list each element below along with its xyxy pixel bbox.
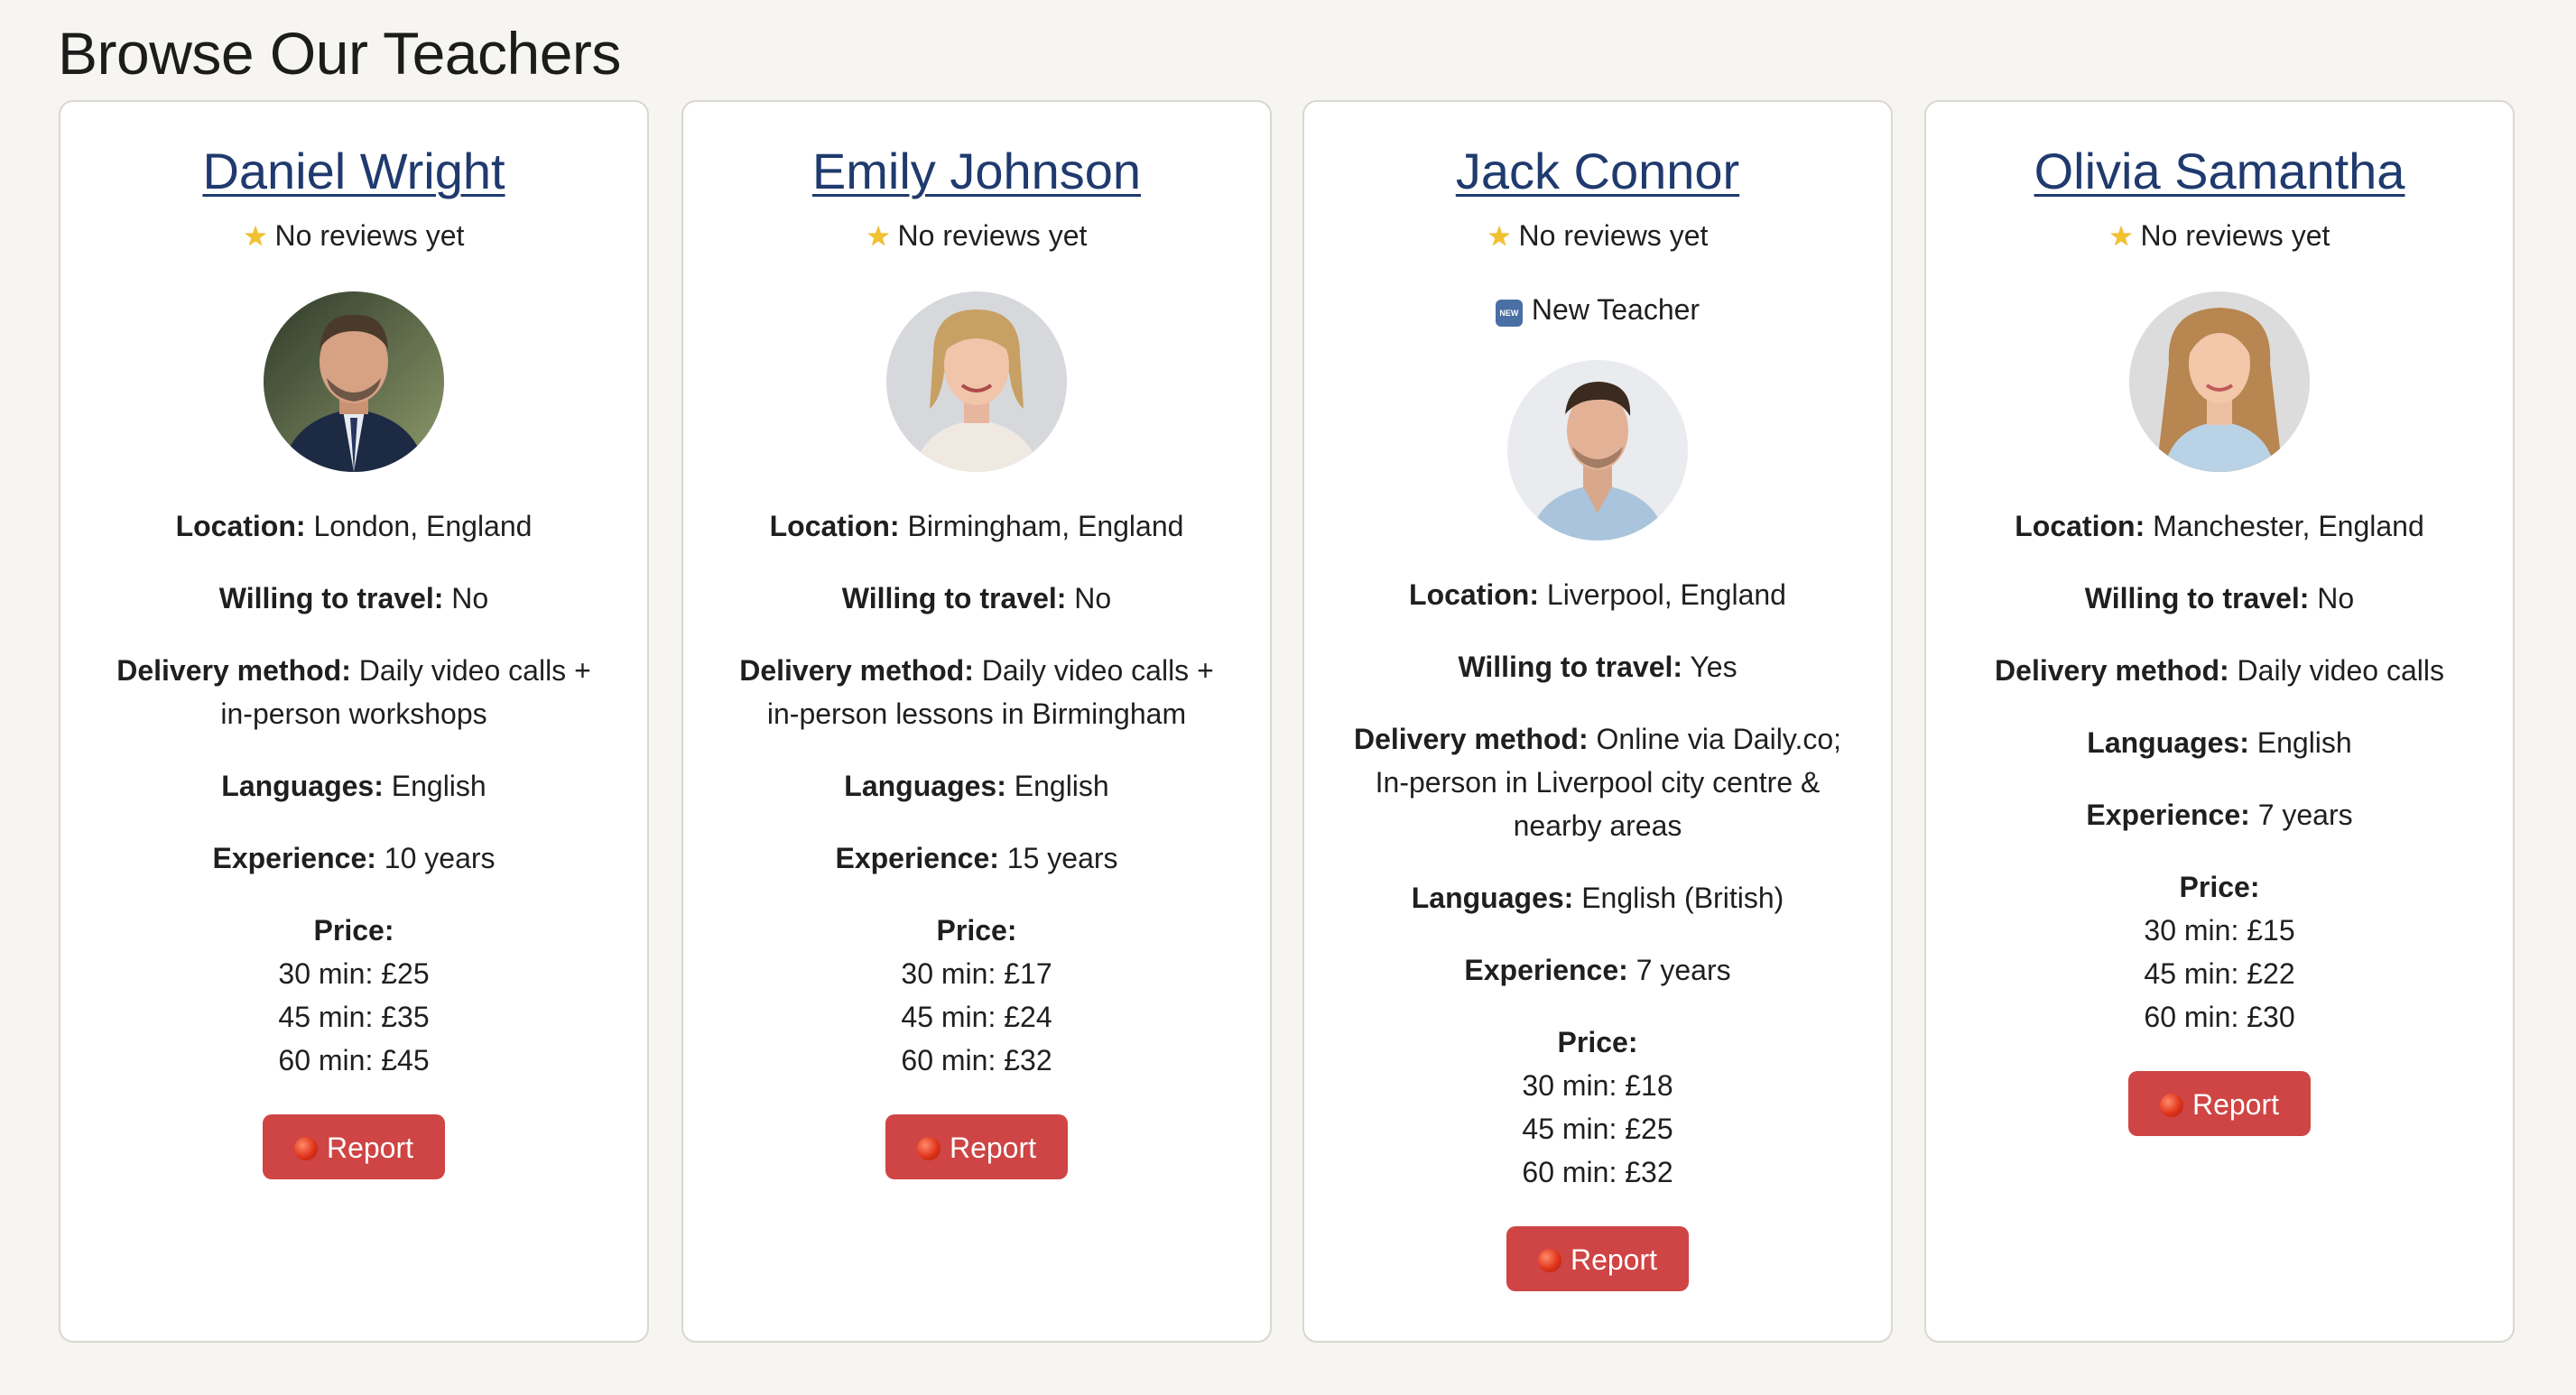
- avatar: [1507, 360, 1688, 540]
- travel-row: Willing to travel: No: [841, 582, 1112, 614]
- price-block: Price: 30 min: £15 45 min: £22 60 min: £…: [2144, 871, 2295, 1033]
- delivery-row: Delivery method: Online via Daily.co; In-…: [1353, 723, 1842, 842]
- page-title: Browse Our Teachers: [58, 20, 621, 87]
- report-button[interactable]: Report: [263, 1114, 445, 1179]
- languages-row: Languages: English (British): [1411, 882, 1784, 914]
- teacher-card: Jack Connor ★ No reviews yet NEW New Teach…: [1302, 100, 1893, 1343]
- travel-row: Willing to travel: Yes: [1458, 651, 1737, 683]
- avatar: [886, 291, 1067, 472]
- person-avatar-icon: [886, 291, 1067, 472]
- badge-text: New Teacher: [1531, 293, 1700, 326]
- teacher-card: Emily Johnson ★ No reviews yet Location: …: [681, 100, 1272, 1343]
- experience-row: Experience: 15 years: [835, 842, 1118, 874]
- languages-row: Languages: English: [221, 770, 486, 802]
- star-icon: ★: [1487, 222, 1512, 252]
- new-icon: NEW: [1495, 300, 1523, 327]
- location-row: Location: Liverpool, England: [1409, 578, 1786, 611]
- price-block: Price: 30 min: £18 45 min: £25 60 min: £…: [1522, 1026, 1673, 1188]
- location-row: Location: Birmingham, England: [769, 510, 1184, 542]
- red-circle-icon: [916, 1137, 941, 1160]
- new-teacher-badge: NEW New Teacher: [1304, 288, 1891, 331]
- location-row: Location: London, England: [175, 510, 533, 542]
- experience-row: Experience: 7 years: [1464, 954, 1731, 986]
- location-row: Location: Manchester, England: [2015, 510, 2424, 542]
- reviews-status: ★ No reviews yet: [683, 214, 1270, 259]
- price-block: Price: 30 min: £25 45 min: £35 60 min: £…: [278, 914, 430, 1076]
- price-block: Price: 30 min: £17 45 min: £24 60 min: £…: [901, 914, 1052, 1076]
- experience-row: Experience: 10 years: [212, 842, 496, 874]
- report-button[interactable]: Report: [1506, 1226, 1689, 1291]
- reviews-status: ★ No reviews yet: [60, 214, 647, 259]
- delivery-row: Delivery method: Daily video calls: [1995, 654, 2444, 687]
- reviews-status: ★ No reviews yet: [1304, 214, 1891, 259]
- languages-row: Languages: English: [844, 770, 1109, 802]
- red-circle-icon: [2159, 1094, 2183, 1117]
- teacher-card: Daniel Wright ★ No reviews yet Location:…: [59, 100, 649, 1343]
- teachers-page: Browse Our Teachers Daniel Wright ★ No re…: [0, 0, 2576, 1395]
- avatar: [2129, 291, 2310, 472]
- travel-row: Willing to travel: No: [2084, 582, 2355, 614]
- delivery-row: Delivery method: Daily video calls + in-p…: [739, 654, 1214, 730]
- reviews-text: No reviews yet: [897, 219, 1088, 252]
- star-icon: ★: [866, 222, 891, 252]
- teacher-name-link[interactable]: Olivia Samantha: [2034, 140, 2405, 203]
- teacher-name-link[interactable]: Jack Connor: [1456, 140, 1739, 203]
- teacher-name-link[interactable]: Daniel Wright: [202, 140, 505, 203]
- experience-row: Experience: 7 years: [2086, 799, 2353, 831]
- teacher-name-link[interactable]: Emily Johnson: [812, 140, 1141, 203]
- red-circle-icon: [1537, 1249, 1561, 1272]
- person-avatar-icon: [264, 291, 444, 472]
- languages-row: Languages: English: [2087, 726, 2352, 759]
- teacher-card: Olivia Samantha ★ No reviews yet Location…: [1924, 100, 2515, 1343]
- delivery-row: Delivery method: Daily video calls + in-p…: [116, 654, 591, 730]
- report-button[interactable]: Report: [2128, 1071, 2311, 1136]
- avatar: [264, 291, 444, 472]
- reviews-text: No reviews yet: [2140, 219, 2330, 252]
- travel-row: Willing to travel: No: [218, 582, 489, 614]
- report-button[interactable]: Report: [885, 1114, 1068, 1179]
- reviews-status: ★ No reviews yet: [1926, 214, 2513, 259]
- star-icon: ★: [2108, 222, 2134, 252]
- person-avatar-icon: [1507, 360, 1688, 540]
- person-avatar-icon: [2129, 291, 2310, 472]
- reviews-text: No reviews yet: [274, 219, 465, 252]
- reviews-text: No reviews yet: [1518, 219, 1709, 252]
- star-icon: ★: [243, 222, 268, 252]
- red-circle-icon: [293, 1137, 318, 1160]
